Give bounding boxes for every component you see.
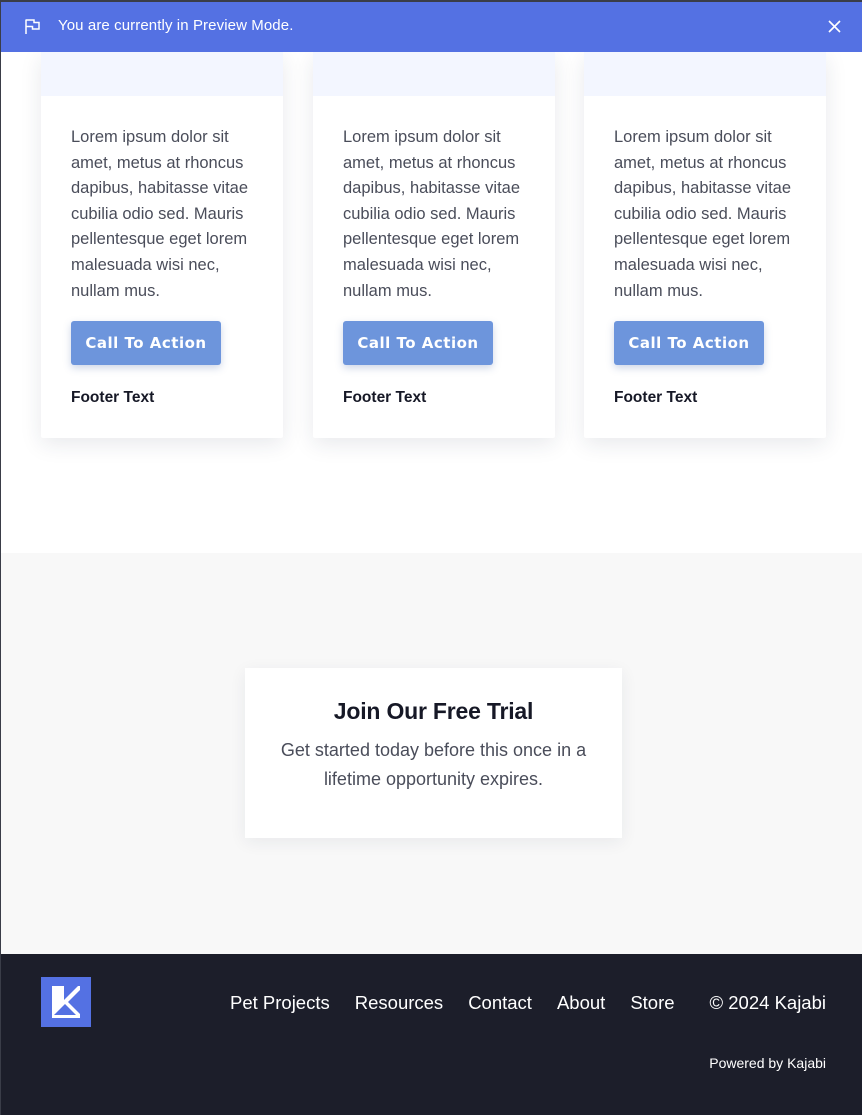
- powered-by: Powered by Kajabi: [709, 1055, 826, 1071]
- card-body-text: Lorem ipsum dolor sit amet, metus at rho…: [614, 128, 792, 300]
- call-to-action-button[interactable]: Call To Action: [614, 321, 764, 365]
- powered-by-link[interactable]: Kajabi: [787, 1055, 826, 1071]
- footer-nav: Pet Projects Resources Contact About Sto…: [230, 992, 700, 1014]
- trial-subtitle: Get started today before this once in a …: [280, 740, 587, 789]
- card-footer-text: Footer Text: [71, 389, 155, 406]
- kajabi-logo-icon[interactable]: [41, 977, 91, 1027]
- call-to-action-button[interactable]: Call To Action: [343, 321, 493, 365]
- footer-link-contact[interactable]: Contact: [468, 992, 532, 1014]
- preview-mode-message: You are currently in Preview Mode.: [58, 17, 294, 34]
- cards-section: Lorem ipsum dolor sit amet, metus at rho…: [0, 52, 862, 553]
- feature-card: Lorem ipsum dolor sit amet, metus at rho…: [313, 52, 555, 438]
- feature-card: Lorem ipsum dolor sit amet, metus at rho…: [41, 52, 283, 438]
- card-footer-text: Footer Text: [614, 389, 698, 406]
- footer-link-resources[interactable]: Resources: [355, 992, 443, 1014]
- call-to-action-button[interactable]: Call To Action: [71, 321, 221, 365]
- close-icon[interactable]: [827, 19, 842, 34]
- footer-link-about[interactable]: About: [557, 992, 605, 1014]
- flag-icon: [25, 19, 40, 34]
- powered-by-prefix: Powered by: [709, 1055, 788, 1071]
- free-trial-card: Join Our Free Trial Get started today be…: [245, 668, 622, 838]
- card-image: [41, 52, 283, 96]
- card-body-text: Lorem ipsum dolor sit amet, metus at rho…: [343, 128, 521, 300]
- feature-card: Lorem ipsum dolor sit amet, metus at rho…: [584, 52, 826, 438]
- footer-link-store[interactable]: Store: [630, 992, 674, 1014]
- card-body-text: Lorem ipsum dolor sit amet, metus at rho…: [71, 128, 249, 300]
- card-footer-text: Footer Text: [343, 389, 427, 406]
- free-trial-section: Join Our Free Trial Get started today be…: [0, 553, 862, 954]
- preview-mode-banner: You are currently in Preview Mode.: [0, 0, 862, 52]
- site-footer: Pet Projects Resources Contact About Sto…: [0, 954, 862, 1115]
- card-image: [584, 52, 826, 96]
- footer-link-pet-projects[interactable]: Pet Projects: [230, 992, 330, 1014]
- card-image: [313, 52, 555, 96]
- copyright-text: © 2024 Kajabi: [709, 992, 827, 1013]
- window-edge: [0, 0, 1, 1115]
- trial-title: Join Our Free Trial: [333, 698, 534, 724]
